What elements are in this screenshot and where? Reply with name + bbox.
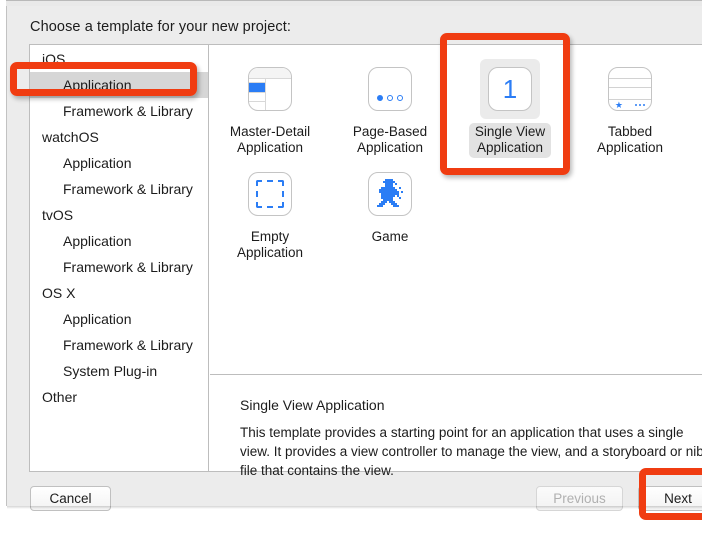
tabbed-icon: ★ xyxy=(608,67,652,111)
description-body: This template provides a starting point … xyxy=(240,425,702,478)
sidebar-item-framework-library[interactable]: Framework & Library xyxy=(30,254,208,280)
template-cell-tabbed-application[interactable]: ★ Tabbed Application xyxy=(570,53,690,158)
page-based-icon xyxy=(368,67,412,111)
template-icon-container xyxy=(240,59,300,119)
sidebar-item-watchos[interactable]: watchOS xyxy=(30,124,208,150)
dialog-drop-shadow xyxy=(7,506,702,509)
template-label: Master-Detail Application xyxy=(229,124,311,155)
template-chooser-dialog: Choose a template for your new project: … xyxy=(7,6,702,511)
sidebar-item-system-plug-in[interactable]: System Plug-in xyxy=(30,358,208,384)
template-label: Game xyxy=(371,229,409,244)
sidebar-item-other[interactable]: Other xyxy=(30,384,208,410)
sidebar-item-framework-library[interactable]: Framework & Library xyxy=(30,176,208,202)
page-title: Choose a template for your new project: xyxy=(30,19,292,35)
sidebar-item-os-x[interactable]: OS X xyxy=(30,280,208,306)
template-label: Tabbed Application xyxy=(596,124,664,155)
template-label: Empty Application xyxy=(236,229,304,260)
template-grid: Master-Detail Application Page-Based Appl… xyxy=(210,53,702,263)
template-cell-single-view-application[interactable]: 1 Single View Application xyxy=(450,53,570,158)
empty-application-icon xyxy=(248,172,292,216)
template-icon-container: ★ xyxy=(600,59,660,119)
sidebar-item-application[interactable]: Application xyxy=(30,228,208,254)
description-title: Single View Application xyxy=(240,397,385,413)
template-label: Single View Application xyxy=(468,123,552,158)
sidebar-item-framework-library[interactable]: Framework & Library xyxy=(30,98,208,124)
template-cell-empty-application[interactable]: Empty Application xyxy=(210,158,330,263)
platform-sidebar[interactable]: iOS Application Framework & Library watchOS… xyxy=(30,45,209,471)
template-cell-page-based-application[interactable]: Page-Based Application xyxy=(330,53,450,158)
template-cell-master-detail-application[interactable]: Master-Detail Application xyxy=(210,53,330,158)
template-cell-game[interactable]: Game xyxy=(330,158,450,263)
xcode-new-project-window: Choose a template for your new project: … xyxy=(0,0,702,546)
sidebar-item-ios[interactable]: iOS xyxy=(30,46,208,72)
sidebar-item-application[interactable]: Application xyxy=(30,72,208,98)
template-icon-container xyxy=(240,164,300,224)
sidebar-item-application[interactable]: Application xyxy=(30,306,208,332)
single-view-icon: 1 xyxy=(488,67,532,111)
template-icon-container: 1 xyxy=(480,59,540,119)
master-detail-icon xyxy=(248,67,292,111)
sidebar-item-framework-library[interactable]: Framework & Library xyxy=(30,332,208,358)
template-label: Page-Based Application xyxy=(352,124,428,155)
template-description-pane: Single View Application This template pr… xyxy=(210,374,702,478)
template-icon-container xyxy=(360,164,420,224)
template-grid-pane: Master-Detail Application Page-Based Appl… xyxy=(210,45,702,374)
content-area: iOS Application Framework & Library watchOS… xyxy=(29,44,702,478)
sidebar-item-tvos[interactable]: tvOS xyxy=(30,202,208,228)
template-icon-container xyxy=(360,59,420,119)
game-icon xyxy=(368,172,412,216)
sidebar-item-application[interactable]: Application xyxy=(30,150,208,176)
